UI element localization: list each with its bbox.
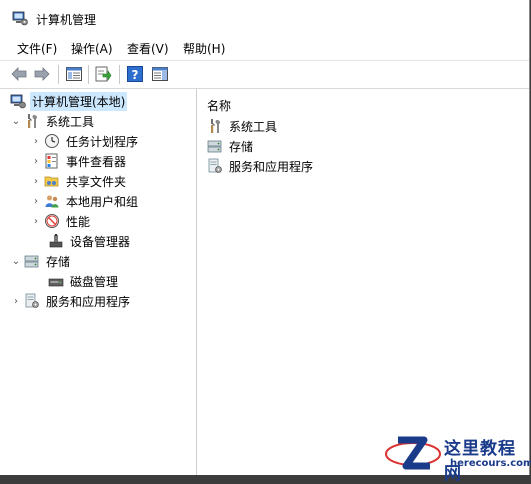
menu-bar: 文件(F) 操作(A) 查看(V) 帮助(H) <box>0 36 529 60</box>
toolbar-separator <box>119 65 120 84</box>
watermark-logo-icon <box>385 436 441 470</box>
tree-item-disk-management[interactable]: 磁盘管理 <box>42 271 120 291</box>
tree-label: 本地用户和组 <box>66 194 139 209</box>
toolbar-separator <box>88 65 89 84</box>
tree-label: 事件查看器 <box>66 154 127 169</box>
menu-file[interactable]: 文件(F) <box>15 40 59 57</box>
users-icon <box>45 195 59 208</box>
clock-icon <box>45 134 59 148</box>
tools-icon <box>211 119 221 133</box>
console-tree-icon[interactable] <box>65 65 83 83</box>
tree-item-services-applications[interactable]: › 服务和应用程序 <box>10 291 132 311</box>
tree-item-computer-management-local[interactable]: 计算机管理(本地) <box>8 91 128 111</box>
tree-item-local-users-groups[interactable]: › 本地用户和组 <box>30 191 140 211</box>
list-item-system-tools[interactable]: 系统工具 <box>205 116 279 136</box>
tree-item-storage[interactable]: ⌄ 存储 <box>10 251 72 271</box>
list-item-services-applications[interactable]: 服务和应用程序 <box>205 156 315 176</box>
computer-management-icon <box>12 11 28 26</box>
toolbar: ? <box>0 60 529 89</box>
computer-management-icon <box>10 94 26 109</box>
chevron-right-icon[interactable]: › <box>30 171 42 191</box>
disk-management-icon <box>48 278 64 287</box>
tree-label: 共享文件夹 <box>66 174 127 189</box>
menu-help[interactable]: 帮助(H) <box>181 40 227 57</box>
performance-icon <box>45 214 59 228</box>
help-icon[interactable]: ? <box>126 65 144 83</box>
menu-view[interactable]: 查看(V) <box>125 40 171 57</box>
computer-management-window: 计算机管理 文件(F) 操作(A) 查看(V) 帮助(H) ? 计算机管理(本地… <box>0 0 531 484</box>
menu-action[interactable]: 操作(A) <box>69 40 115 57</box>
column-header-name[interactable]: 名称 <box>207 97 231 114</box>
watermark: 这里教程网 herecours.com <box>380 430 531 484</box>
tools-icon <box>28 114 38 128</box>
tree-item-event-viewer[interactable]: › 事件查看器 <box>30 151 128 171</box>
tree-item-system-tools[interactable]: ⌄ 系统工具 <box>10 111 96 131</box>
forward-arrow-icon[interactable] <box>33 65 51 83</box>
title-bar: 计算机管理 <box>0 0 529 36</box>
tree-item-device-manager[interactable]: 设备管理器 <box>42 231 132 251</box>
svg-text:?: ? <box>132 68 139 82</box>
list-item-label: 存储 <box>229 139 254 154</box>
chevron-down-icon[interactable]: ⌄ <box>10 111 22 131</box>
tree-label: 任务计划程序 <box>66 134 139 149</box>
export-list-icon[interactable] <box>94 65 112 83</box>
chevron-right-icon[interactable]: › <box>10 291 22 311</box>
device-manager-icon <box>49 234 63 248</box>
storage-icon <box>207 140 222 153</box>
tree-item-task-scheduler[interactable]: › 任务计划程序 <box>30 131 140 151</box>
tree-item-performance[interactable]: › 性能 <box>30 211 92 231</box>
show-hide-action-pane-icon[interactable] <box>151 65 169 83</box>
toolbar-separator <box>58 65 59 84</box>
tree-label: 存储 <box>46 254 71 269</box>
tree-label: 磁盘管理 <box>70 274 119 289</box>
chevron-right-icon[interactable]: › <box>30 131 42 151</box>
tree-label: 性能 <box>66 214 91 229</box>
list-item-storage[interactable]: 存储 <box>205 136 255 156</box>
list-item-label: 系统工具 <box>229 119 278 134</box>
watermark-url: herecours.com <box>450 458 531 469</box>
tree-item-shared-folders[interactable]: › 共享文件夹 <box>30 171 128 191</box>
chevron-right-icon[interactable]: › <box>30 191 42 211</box>
list-item-label: 服务和应用程序 <box>229 159 314 174</box>
services-icon <box>208 158 222 173</box>
services-icon <box>25 293 39 308</box>
tree-label: 计算机管理(本地) <box>30 91 128 111</box>
content-pane: 名称 系统工具 存储 服务和应用程序 <box>199 89 529 475</box>
chevron-right-icon[interactable]: › <box>30 211 42 231</box>
console-tree-pane: 计算机管理(本地) ⌄ 系统工具 › 任务计划程序 › 事件查看器 › 共享文件… <box>0 89 197 475</box>
chevron-right-icon[interactable]: › <box>30 151 42 171</box>
back-arrow-icon[interactable] <box>10 65 28 83</box>
shared-folder-icon <box>44 176 59 187</box>
tree-label: 系统工具 <box>46 114 95 129</box>
chevron-down-icon[interactable]: ⌄ <box>10 251 22 271</box>
window-title: 计算机管理 <box>36 13 97 27</box>
tree-label: 服务和应用程序 <box>46 294 131 309</box>
storage-icon <box>24 255 39 268</box>
event-viewer-icon <box>45 153 58 169</box>
tree-label: 设备管理器 <box>70 234 131 249</box>
